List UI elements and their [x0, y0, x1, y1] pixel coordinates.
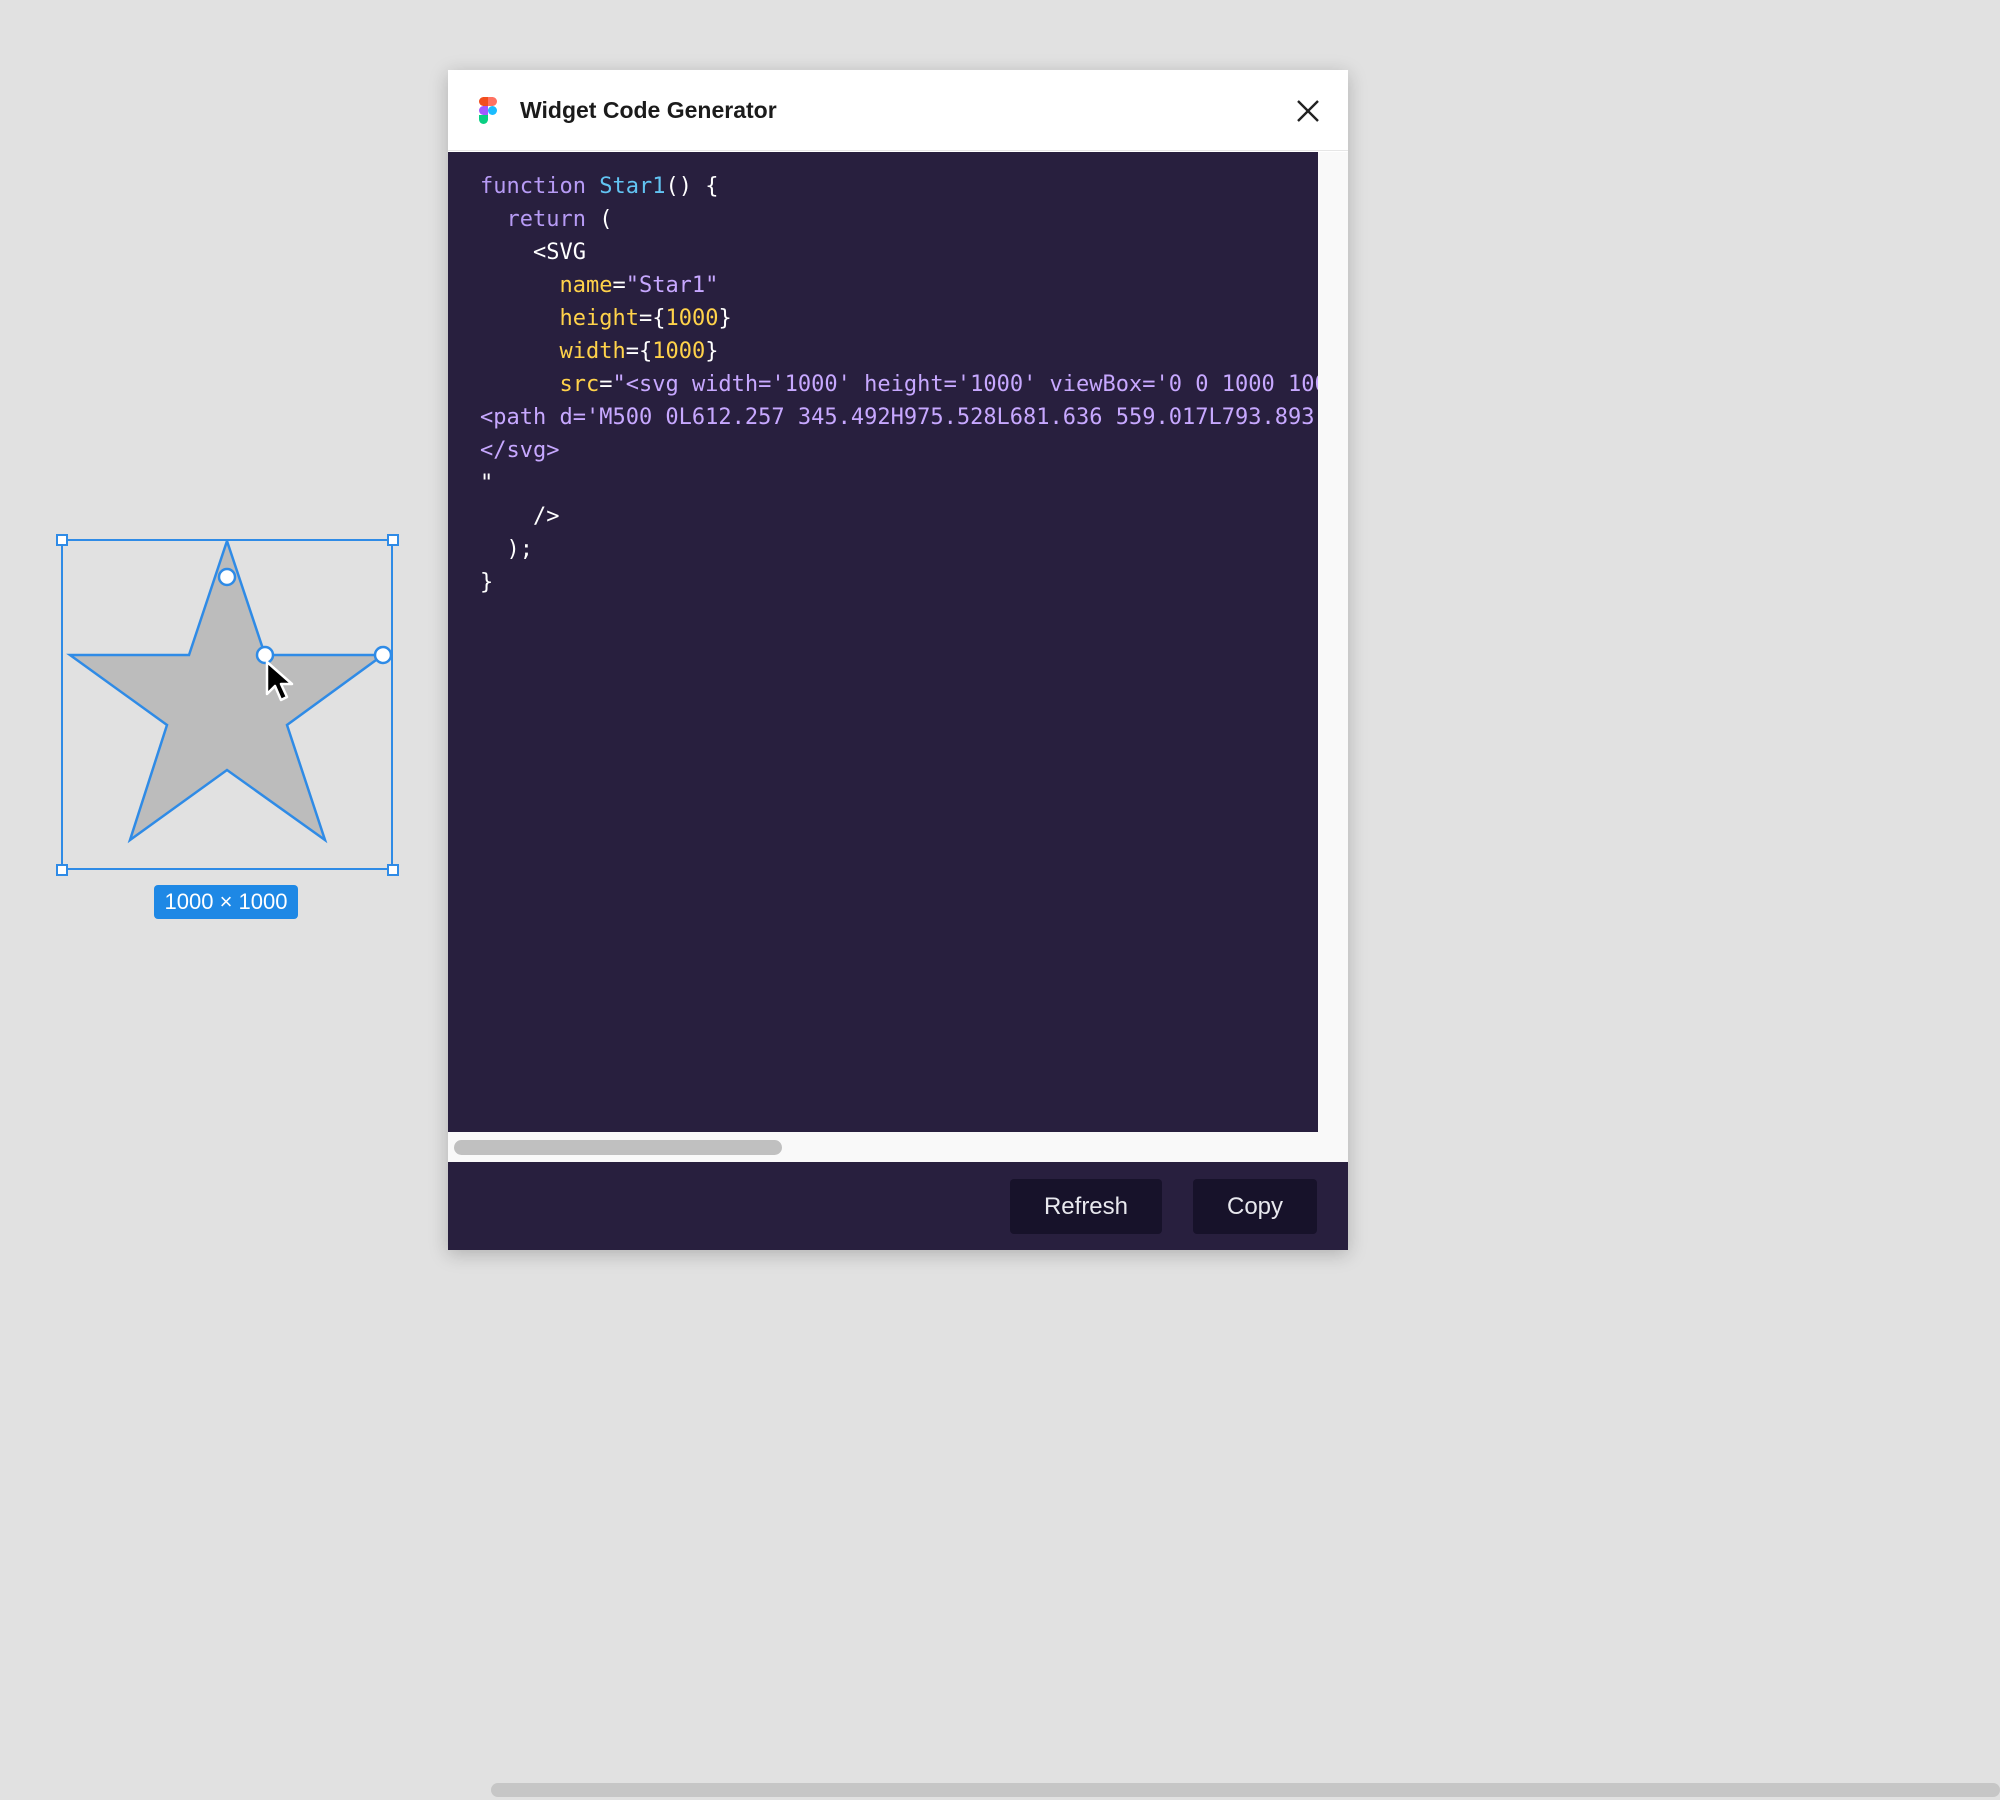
code-line: <SVG	[480, 240, 586, 265]
horizontal-scrollbar-thumb[interactable]	[454, 1140, 782, 1155]
resize-handle-bottom-left[interactable]	[56, 864, 68, 876]
code-editor[interactable]: function Star1() { return ( <SVG name="S…	[448, 152, 1318, 1132]
code-line: />	[480, 504, 560, 529]
code-line: name="Star1"	[480, 273, 719, 298]
dialog-footer: Refresh Copy	[448, 1162, 1348, 1250]
code-line: return (	[480, 207, 613, 232]
copy-button[interactable]: Copy	[1193, 1179, 1317, 1234]
code-line: function Star1() {	[480, 174, 719, 199]
resize-handle-bottom-right[interactable]	[387, 864, 399, 876]
window-title: Widget Code Generator	[520, 97, 777, 123]
code-line: );	[480, 537, 533, 562]
title-bar: Widget Code Generator	[448, 70, 1348, 151]
horizontal-scrollbar[interactable]	[448, 1132, 1348, 1162]
selection-box	[61, 539, 393, 870]
code-line: "	[480, 471, 494, 496]
mouse-pointer-icon	[265, 660, 294, 702]
code-line: src="<svg width='1000' height='1000' vie…	[480, 372, 1318, 397]
code-line: height={1000}	[480, 306, 732, 331]
refresh-button[interactable]: Refresh	[1010, 1179, 1162, 1234]
vertical-scrollbar[interactable]	[1318, 152, 1348, 1132]
code-line: width={1000}	[480, 339, 719, 364]
generated-code: function Star1() { return ( <SVG name="S…	[480, 170, 1318, 599]
code-line: </svg>	[480, 438, 560, 463]
resize-handle-top-left[interactable]	[56, 534, 68, 546]
code-line: <path d='M500 0L612.257 345.492H975.528L…	[480, 405, 1315, 430]
close-icon[interactable]	[1290, 93, 1326, 129]
figma-logo-icon	[479, 97, 497, 124]
canvas-horizontal-scrollbar[interactable]	[491, 1783, 2000, 1797]
size-badge: 1000 × 1000	[154, 885, 298, 919]
resize-handle-top-right[interactable]	[387, 534, 399, 546]
plugin-window: Widget Code Generator function Star1() {…	[448, 70, 1348, 1250]
code-line: }	[480, 570, 494, 595]
